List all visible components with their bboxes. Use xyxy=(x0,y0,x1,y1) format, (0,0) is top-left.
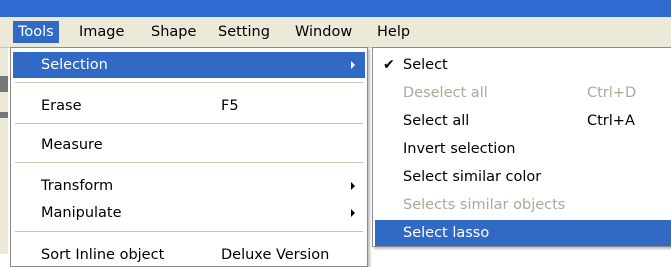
menu-item-selects-similar-objects: Selects similar objects xyxy=(375,192,671,218)
menu-item-shortcut: Deluxe Version xyxy=(221,247,330,263)
checkmark-icon: ✔ xyxy=(383,57,395,73)
menu-setting[interactable]: Setting xyxy=(213,21,275,43)
menu-item-label: Manipulate xyxy=(41,205,122,221)
menu-item-selection[interactable]: Selection xyxy=(13,52,365,78)
menu-item-label: Transform xyxy=(41,178,114,194)
tools-menu: Selection Erase F5 Measure Transform Man… xyxy=(10,47,368,267)
menu-window[interactable]: Window xyxy=(290,21,357,43)
menu-item-select[interactable]: ✔ Select xyxy=(375,52,671,78)
menu-item-transform[interactable]: Transform xyxy=(13,173,365,199)
submenu-arrow-icon xyxy=(351,61,355,69)
menu-item-invert-selection[interactable]: Invert selection xyxy=(375,136,671,162)
menu-item-select-lasso[interactable]: Select lasso xyxy=(375,220,671,246)
selection-submenu: ✔ Select Deselect all Ctrl+D Select all … xyxy=(372,47,671,247)
submenu-arrow-icon xyxy=(351,182,355,190)
menu-item-label: Select similar color xyxy=(403,169,542,185)
window-titlebar xyxy=(0,0,671,17)
menu-help[interactable]: Help xyxy=(372,21,415,43)
menu-item-select-all[interactable]: Select all Ctrl+A xyxy=(375,108,671,134)
menu-item-shortcut: Ctrl+A xyxy=(587,113,635,129)
menu-item-label: Erase xyxy=(41,98,82,114)
menu-item-select-similar-color[interactable]: Select similar color xyxy=(375,164,671,190)
menu-item-label: Select xyxy=(403,57,448,73)
menu-item-erase[interactable]: Erase F5 xyxy=(13,93,365,119)
menu-separator xyxy=(15,123,363,125)
menu-separator xyxy=(15,231,363,233)
menu-shape[interactable]: Shape xyxy=(146,21,201,43)
menu-item-shortcut: Ctrl+D xyxy=(587,85,637,101)
menu-image[interactable]: Image xyxy=(74,21,129,43)
menu-item-label: Selects similar objects xyxy=(403,197,566,213)
menu-item-measure[interactable]: Measure xyxy=(13,132,365,158)
menu-item-label: Selection xyxy=(41,57,108,73)
menubar: Tools Image Shape Setting Window Help xyxy=(0,17,671,48)
menu-item-label: Invert selection xyxy=(403,141,516,157)
menu-item-label: Select lasso xyxy=(403,225,490,241)
menu-tools[interactable]: Tools xyxy=(13,21,59,43)
menu-item-deselect-all: Deselect all Ctrl+D xyxy=(375,80,671,106)
background-window-edge xyxy=(0,48,8,254)
menu-item-shortcut: F5 xyxy=(221,98,239,114)
menu-separator xyxy=(15,162,363,164)
background-detail xyxy=(0,112,8,118)
background-detail xyxy=(0,76,8,92)
menu-item-manipulate[interactable]: Manipulate xyxy=(13,200,365,226)
menu-item-label: Measure xyxy=(41,137,103,153)
submenu-arrow-icon xyxy=(351,209,355,217)
menu-item-label: Deselect all xyxy=(403,85,488,101)
menu-item-sort-inline-object[interactable]: Sort Inline object Deluxe Version xyxy=(13,243,365,265)
menu-item-label: Select all xyxy=(403,113,470,129)
menu-item-label: Sort Inline object xyxy=(41,247,165,263)
menu-separator xyxy=(15,82,363,84)
